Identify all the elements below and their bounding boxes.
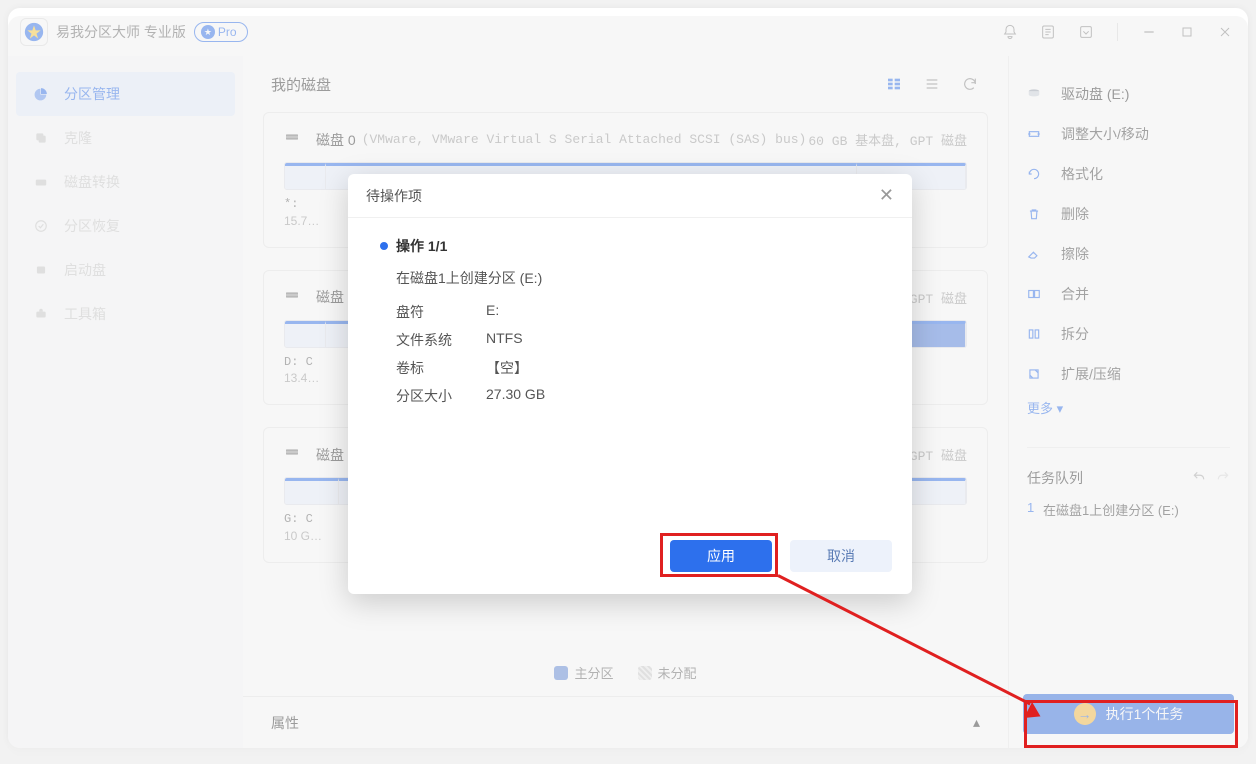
apply-button[interactable]: 应用: [670, 540, 772, 572]
op-value: 【空】: [486, 358, 528, 378]
operation-details: 盘符E:文件系统NTFS卷标【空】分区大小27.30 GB: [396, 298, 880, 410]
op-value: 27.30 GB: [486, 386, 545, 406]
dialog-header: 待操作项 ✕: [348, 174, 912, 218]
op-value: NTFS: [486, 330, 523, 350]
op-key: 卷标: [396, 358, 486, 378]
op-row: 分区大小27.30 GB: [396, 382, 880, 410]
op-row: 卷标【空】: [396, 354, 880, 382]
op-row: 盘符E:: [396, 298, 880, 326]
cancel-button[interactable]: 取消: [790, 540, 892, 572]
dialog-title: 待操作项: [366, 186, 422, 206]
dialog-footer: 应用 取消: [348, 524, 912, 594]
op-key: 分区大小: [396, 386, 486, 406]
dialog-close-icon[interactable]: ✕: [879, 185, 894, 206]
operation-description: 在磁盘1上创建分区 (E:): [396, 268, 880, 288]
op-key: 文件系统: [396, 330, 486, 350]
pending-ops-dialog: 待操作项 ✕ 操作 1/1 在磁盘1上创建分区 (E:) 盘符E:文件系统NTF…: [348, 174, 912, 594]
op-row: 文件系统NTFS: [396, 326, 880, 354]
op-key: 盘符: [396, 302, 486, 322]
op-value: E:: [486, 302, 499, 322]
operation-title: 操作 1/1: [380, 236, 880, 256]
dialog-body: 操作 1/1 在磁盘1上创建分区 (E:) 盘符E:文件系统NTFS卷标【空】分…: [348, 218, 912, 524]
bullet-icon: [380, 242, 388, 250]
